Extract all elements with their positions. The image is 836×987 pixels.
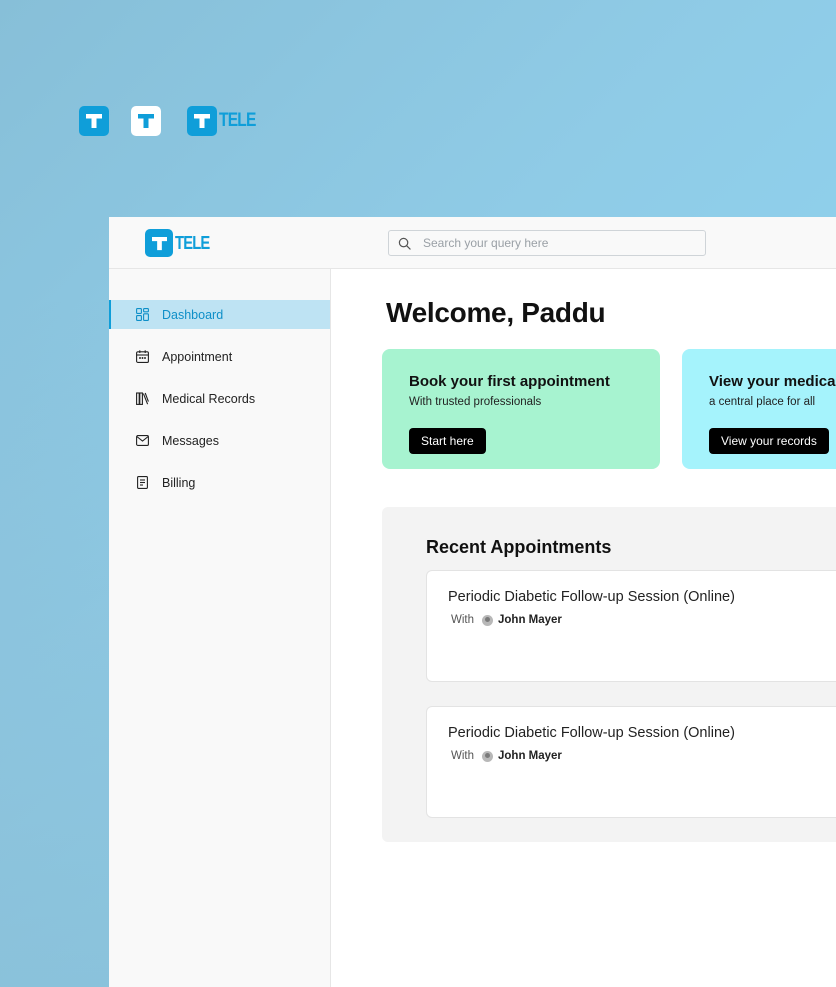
card-subtitle: a central place for all xyxy=(709,396,816,408)
appointment-with: With John Mayer xyxy=(451,750,562,762)
logo-icon-white xyxy=(131,106,161,136)
sidebar-item-billing[interactable]: Billing xyxy=(109,468,330,497)
calendar-icon xyxy=(135,350,149,364)
card-title: Book your first appointment xyxy=(409,373,610,390)
dashboard-grid-icon xyxy=(135,308,149,322)
sidebar-item-appointment[interactable]: Appointment xyxy=(109,342,330,371)
sidebar-item-label: Billing xyxy=(162,475,196,490)
section-title: Recent Appointments xyxy=(426,537,612,557)
logo-icon-blue xyxy=(79,106,109,136)
sidebar-item-label: Medical Records xyxy=(162,391,256,406)
logo-full: TELE xyxy=(187,106,264,136)
page-title: Welcome, Paddu xyxy=(386,297,606,328)
sidebar: Dashboard Appointment Medical Records Me… xyxy=(109,269,331,987)
appointment-title: Periodic Diabetic Follow-up Session (Onl… xyxy=(448,725,735,741)
logo-icon xyxy=(145,229,173,257)
with-label: With xyxy=(451,614,474,626)
sidebar-item-label: Messages xyxy=(162,433,219,448)
logo-icon xyxy=(187,106,217,136)
top-bar: TELE xyxy=(109,217,836,269)
logo-wordmark: TELE xyxy=(219,110,256,131)
start-here-button[interactable]: Start here xyxy=(409,428,486,454)
main-content: Welcome, Paddu Book your first appointme… xyxy=(331,269,836,987)
book-appointment-card: Book your first appointment With trusted… xyxy=(382,349,660,469)
view-records-button[interactable]: View your records xyxy=(709,428,829,454)
recent-appointments-panel: Recent Appointments Periodic Diabetic Fo… xyxy=(382,507,836,842)
card-subtitle: With trusted professionals xyxy=(409,396,542,408)
receipt-icon xyxy=(135,476,149,490)
sidebar-item-messages[interactable]: Messages xyxy=(109,426,330,455)
sidebar-nav: Dashboard Appointment Medical Records Me… xyxy=(109,300,330,510)
library-books-icon xyxy=(135,392,149,406)
avatar xyxy=(482,750,493,762)
search-bar[interactable] xyxy=(388,230,706,256)
sidebar-item-medical-records[interactable]: Medical Records xyxy=(109,384,330,413)
sidebar-item-dashboard[interactable]: Dashboard xyxy=(109,300,330,329)
app-window: TELE Dashboard xyxy=(109,217,836,987)
search-icon xyxy=(398,237,411,250)
envelope-icon xyxy=(135,434,149,448)
with-label: With xyxy=(451,750,474,762)
doctor-name[interactable]: John Mayer xyxy=(498,750,562,762)
avatar xyxy=(482,614,493,626)
sidebar-item-label: Dashboard xyxy=(162,307,224,322)
logo-wordmark: TELE xyxy=(175,232,210,253)
card-title: View your medical xyxy=(709,373,836,390)
brand-logo[interactable]: TELE xyxy=(145,229,217,257)
medical-records-card: View your medical a central place for al… xyxy=(682,349,836,469)
logo-variants: TELE xyxy=(79,106,264,136)
appointment-card[interactable]: Periodic Diabetic Follow-up Session (Onl… xyxy=(426,706,836,818)
appointment-with: With John Mayer xyxy=(451,614,562,626)
doctor-name[interactable]: John Mayer xyxy=(498,614,562,626)
search-input[interactable] xyxy=(423,236,683,250)
appointment-title: Periodic Diabetic Follow-up Session (Onl… xyxy=(448,589,735,605)
appointment-card[interactable]: Periodic Diabetic Follow-up Session (Onl… xyxy=(426,570,836,682)
sidebar-item-label: Appointment xyxy=(162,349,233,364)
